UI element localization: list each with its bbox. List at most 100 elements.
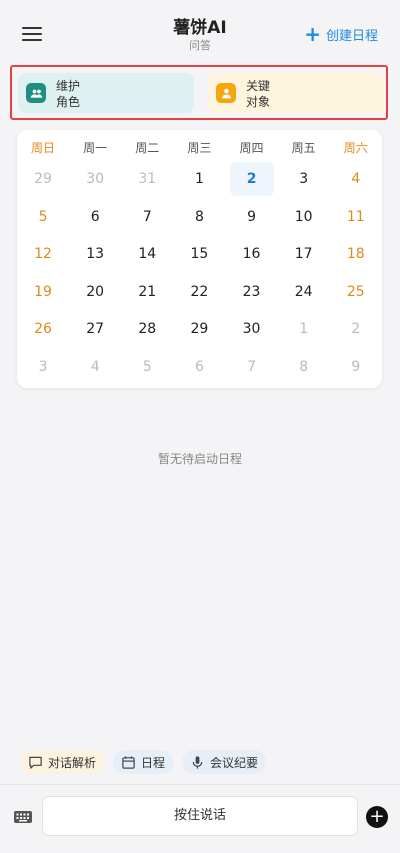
calendar-week-row: 29 30 31 1 2 3 4 bbox=[17, 162, 382, 205]
calendar-day-cell[interactable]: 31 bbox=[121, 167, 173, 205]
calendar-day-cell[interactable]: 27 bbox=[69, 317, 121, 355]
calendar-day-cell[interactable]: 28 bbox=[121, 317, 173, 355]
calendar-day-number: 5 bbox=[142, 358, 152, 375]
calendar-day-number: 16 bbox=[242, 246, 261, 262]
calendar-day-number: 2 bbox=[351, 321, 361, 337]
calendar-day-cell[interactable]: 5 bbox=[121, 355, 173, 393]
calendar-day-number: 14 bbox=[138, 246, 157, 262]
create-schedule-label: 创建日程 bbox=[325, 28, 378, 44]
weekday-label: 周三 bbox=[187, 141, 212, 155]
calendar-day-number: 10 bbox=[294, 208, 313, 225]
chat-icon bbox=[29, 756, 42, 769]
calendar-day-cell[interactable]: 16 bbox=[226, 242, 278, 280]
calendar-day-cell[interactable]: 4 bbox=[69, 355, 121, 393]
calendar-day-number: 13 bbox=[86, 246, 105, 262]
calendar-day-number: 8 bbox=[194, 208, 204, 225]
top-bar: 薯饼AI 问答 + 创建日程 bbox=[0, 0, 400, 62]
calendar-icon bbox=[122, 755, 135, 769]
calendar-day-number: 21 bbox=[138, 283, 157, 300]
calendar-day-cell[interactable]: 4 bbox=[330, 167, 382, 205]
calendar-day-number: 4 bbox=[351, 171, 361, 187]
calendar-day-cell[interactable]: 2 bbox=[330, 317, 382, 355]
chip-label: 会议纪要 bbox=[210, 755, 259, 770]
group-icon bbox=[26, 83, 46, 103]
calendar-day-cell[interactable]: 29 bbox=[17, 167, 69, 205]
calendar-day-cell[interactable]: 12 bbox=[17, 242, 69, 280]
calendar-day-number: 1 bbox=[194, 171, 204, 187]
calendar-day-number: 5 bbox=[38, 208, 48, 225]
weekday-label: 周六 bbox=[343, 141, 368, 155]
calendar-day-number: 3 bbox=[299, 171, 309, 187]
calendar-day-cell[interactable]: 26 bbox=[17, 317, 69, 355]
empty-schedule-text: 暂无待启动日程 bbox=[157, 452, 242, 466]
weekday-label: 周五 bbox=[291, 141, 316, 155]
calendar-day-cell[interactable]: 3 bbox=[17, 355, 69, 393]
calendar-day-cell[interactable]: 8 bbox=[278, 355, 330, 393]
card-title: 关键 bbox=[246, 79, 271, 93]
meeting-notes-chip[interactable]: 会议纪要 bbox=[182, 750, 267, 774]
hold-to-talk-button[interactable]: 按住说话 bbox=[42, 796, 358, 836]
calendar-grid: 29 30 31 1 2 3 4 5 6 7 8 9 10 11 12 13 14 15 16 17 18 19 20 21 2… bbox=[17, 162, 382, 393]
calendar-day-number: 24 bbox=[294, 283, 313, 300]
calendar-day-cell[interactable]: 15 bbox=[173, 242, 225, 280]
calendar-day-cell[interactable]: 7 bbox=[226, 355, 278, 393]
calendar-day-number: 30 bbox=[86, 171, 105, 187]
keyboard-icon[interactable] bbox=[13, 809, 33, 825]
input-bar: 按住说话 + bbox=[0, 785, 400, 853]
chip-label: 对话解析 bbox=[48, 755, 97, 770]
weekday-header: 周日 周一 周二 周三 周四 周五 周六 bbox=[17, 138, 382, 158]
calendar-day-number: 7 bbox=[142, 208, 152, 225]
calendar-day-cell[interactable]: 17 bbox=[278, 242, 330, 280]
plus-circle-icon[interactable]: + bbox=[366, 806, 388, 828]
calendar-day-cell[interactable]: 3 bbox=[278, 167, 330, 205]
chat-analysis-chip[interactable]: 对话解析 bbox=[20, 750, 105, 774]
calendar-day-number: 1 bbox=[299, 321, 309, 337]
calendar-day-number: 9 bbox=[247, 208, 257, 225]
calendar-day-number: 11 bbox=[346, 208, 365, 225]
calendar-day-number: 18 bbox=[346, 246, 365, 262]
calendar-day-cell[interactable]: 1 bbox=[278, 317, 330, 355]
maintain-role-card[interactable]: 维护 角色 bbox=[18, 73, 194, 113]
card-subtitle: 角色 bbox=[56, 95, 81, 109]
calendar-day-cell[interactable]: 18 bbox=[330, 242, 382, 280]
calendar-day-number: 27 bbox=[86, 321, 105, 337]
calendar-day-number: 23 bbox=[242, 283, 261, 300]
calendar-day-cell[interactable]: 6 bbox=[173, 355, 225, 393]
calendar-day-number: 6 bbox=[90, 208, 100, 225]
calendar-day-number: 19 bbox=[34, 283, 52, 300]
person-icon bbox=[216, 83, 236, 103]
calendar-day-number: 6 bbox=[194, 358, 204, 375]
calendar-day-cell[interactable]: 14 bbox=[121, 242, 173, 280]
quick-chips: 对话解析 日程 会议纪要 bbox=[20, 750, 267, 774]
quick-cards-highlight: 维护 角色 关键 对象 bbox=[10, 65, 388, 120]
calendar-day-cell[interactable]: 2 bbox=[226, 162, 278, 205]
calendar-day-number: 3 bbox=[38, 358, 48, 375]
calendar-day-cell[interactable]: 30 bbox=[226, 317, 278, 355]
card-title: 维护 bbox=[56, 79, 81, 93]
calendar-day-number: 2 bbox=[229, 162, 274, 196]
weekday-label: 周二 bbox=[135, 141, 160, 155]
calendar-day-cell[interactable]: 13 bbox=[69, 242, 121, 280]
plus-icon: + bbox=[304, 22, 321, 46]
card-subtitle: 对象 bbox=[246, 95, 271, 109]
calendar-day-number: 29 bbox=[34, 171, 52, 187]
calendar-day-cell[interactable]: 30 bbox=[69, 167, 121, 205]
calendar-day-number: 17 bbox=[294, 246, 313, 262]
calendar-day-cell[interactable]: 9 bbox=[330, 355, 382, 393]
key-object-card[interactable]: 关键 对象 bbox=[208, 73, 384, 113]
create-schedule-button[interactable]: + 创建日程 bbox=[304, 24, 378, 44]
calendar-week-row: 3 4 5 6 7 8 9 bbox=[17, 355, 382, 393]
weekday-label: 周日 bbox=[31, 141, 56, 155]
calendar-day-number: 26 bbox=[34, 321, 52, 337]
weekday-label: 周一 bbox=[83, 141, 108, 155]
calendar-day-number: 31 bbox=[138, 171, 157, 187]
chip-label: 日程 bbox=[141, 755, 166, 770]
calendar-day-number: 30 bbox=[242, 321, 261, 337]
calendar-day-cell[interactable]: 1 bbox=[173, 167, 225, 205]
calendar-day-number: 20 bbox=[86, 283, 105, 300]
calendar-day-cell[interactable]: 29 bbox=[173, 317, 225, 355]
calendar-day-number: 22 bbox=[190, 283, 209, 300]
schedule-chip[interactable]: 日程 bbox=[113, 750, 174, 774]
calendar-day-number: 28 bbox=[138, 321, 157, 337]
calendar-day-number: 4 bbox=[90, 358, 100, 375]
